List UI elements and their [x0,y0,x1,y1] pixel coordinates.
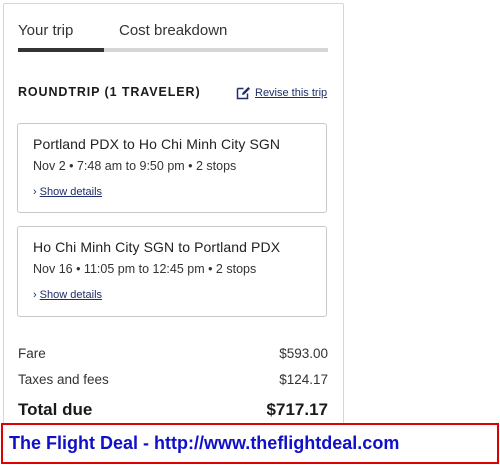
flight-route: Portland PDX to Ho Chi Minh City SGN [33,136,281,152]
show-details-link[interactable]: › Show details [33,289,102,301]
flight-route: Ho Chi Minh City SGN to Portland PDX [33,239,281,255]
taxes-row: Taxes and fees $124.17 [18,372,328,387]
fare-row: Fare $593.00 [18,346,328,361]
flight-card-return: Ho Chi Minh City SGN to Portland PDX Nov… [17,226,327,317]
total-row: Total due $717.17 [18,400,328,420]
tab-your-trip[interactable]: Your trip [18,22,73,39]
banner-text: The Flight Deal - http://www.theflightde… [9,433,400,453]
trip-type-heading: ROUNDTRIP (1 TRAVELER) [18,85,201,99]
chevron-right-icon: › [33,288,37,301]
show-details-label[interactable]: Show details [40,289,102,301]
taxes-label: Taxes and fees [18,372,109,387]
revise-trip-label[interactable]: Revise this trip [255,87,327,99]
watermark-banner: The Flight Deal - http://www.theflightde… [1,423,499,464]
revise-trip-link[interactable]: Revise this trip [236,86,327,100]
tab-active-indicator [18,48,104,52]
tab-indicator-track [18,48,328,52]
fare-value: $593.00 [279,346,328,361]
flight-schedule: Nov 16 • 11:05 pm to 12:45 pm • 2 stops [33,262,257,276]
fare-label: Fare [18,346,46,361]
chevron-right-icon: › [33,185,37,198]
edit-icon [236,87,250,100]
flight-card-outbound: Portland PDX to Ho Chi Minh City SGN Nov… [17,123,327,213]
show-details-label[interactable]: Show details [40,186,102,198]
flight-schedule: Nov 2 • 7:48 am to 9:50 pm • 2 stops [33,159,237,173]
trip-summary-panel: Your trip Cost breakdown ROUNDTRIP (1 TR… [3,3,344,424]
show-details-link[interactable]: › Show details [33,186,102,198]
taxes-value: $124.17 [279,372,328,387]
total-value: $717.17 [266,400,328,419]
total-label: Total due [18,400,93,419]
tab-cost-breakdown[interactable]: Cost breakdown [119,22,227,39]
tab-bar: Your trip Cost breakdown [18,22,328,52]
